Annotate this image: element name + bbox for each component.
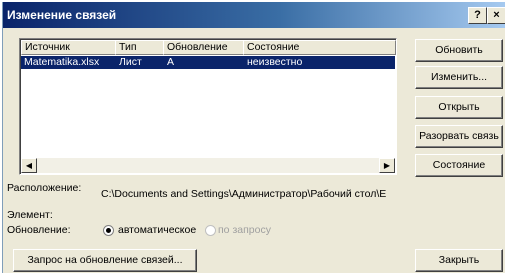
scroll-left-icon[interactable]: ◀ (21, 158, 37, 173)
cell-update: A (167, 56, 175, 68)
title-bar: Изменение связей ? × (3, 2, 505, 28)
location-label: Расположение: (7, 182, 82, 194)
auto-update-label[interactable]: автоматическое (118, 224, 196, 236)
open-source-button[interactable]: Открыть (415, 96, 503, 119)
column-header-type[interactable]: Тип (115, 40, 164, 55)
manual-update-radio[interactable] (205, 225, 216, 236)
column-header-update[interactable]: Обновление (163, 40, 244, 55)
update-mode-label: Обновление: (7, 224, 71, 236)
help-button[interactable]: ? (468, 7, 487, 24)
cell-source: Matematika.xlsx (24, 56, 100, 68)
change-source-button[interactable]: Изменить... (415, 66, 503, 89)
column-header-status[interactable]: Состояние (243, 40, 396, 55)
element-label: Элемент: (7, 209, 53, 221)
auto-update-radio[interactable] (103, 225, 114, 236)
dialog-title: Изменение связей (7, 8, 117, 22)
scroll-right-icon[interactable]: ▶ (379, 158, 395, 173)
close-icon[interactable]: × (487, 7, 505, 24)
list-header: Источник Тип Обновление Состояние (21, 40, 396, 55)
cell-status: неизвестно (247, 56, 303, 68)
startup-prompt-button[interactable]: Запрос на обновление связей... (13, 249, 197, 272)
close-dialog-button[interactable]: Закрыть (415, 249, 503, 272)
horizontal-scrollbar[interactable]: ◀ ▶ (21, 158, 395, 173)
manual-update-label: по запросу (218, 224, 271, 236)
edit-links-dialog: Изменение связей ? × Источник Тип Обновл… (2, 2, 505, 273)
cell-type: Лист (119, 56, 142, 68)
update-values-button[interactable]: Обновить (415, 39, 503, 62)
table-row[interactable]: Matematika.xlsx Лист A неизвестно (21, 56, 395, 69)
break-link-button[interactable]: Разорвать связь (415, 125, 503, 148)
radio-selected-dot (106, 228, 111, 233)
location-value: C:\Documents and Settings\Администратор\… (101, 188, 387, 200)
check-status-button[interactable]: Состояние (415, 154, 503, 177)
links-list[interactable]: Источник Тип Обновление Состояние Matema… (19, 38, 397, 175)
column-header-source[interactable]: Источник (21, 40, 116, 55)
